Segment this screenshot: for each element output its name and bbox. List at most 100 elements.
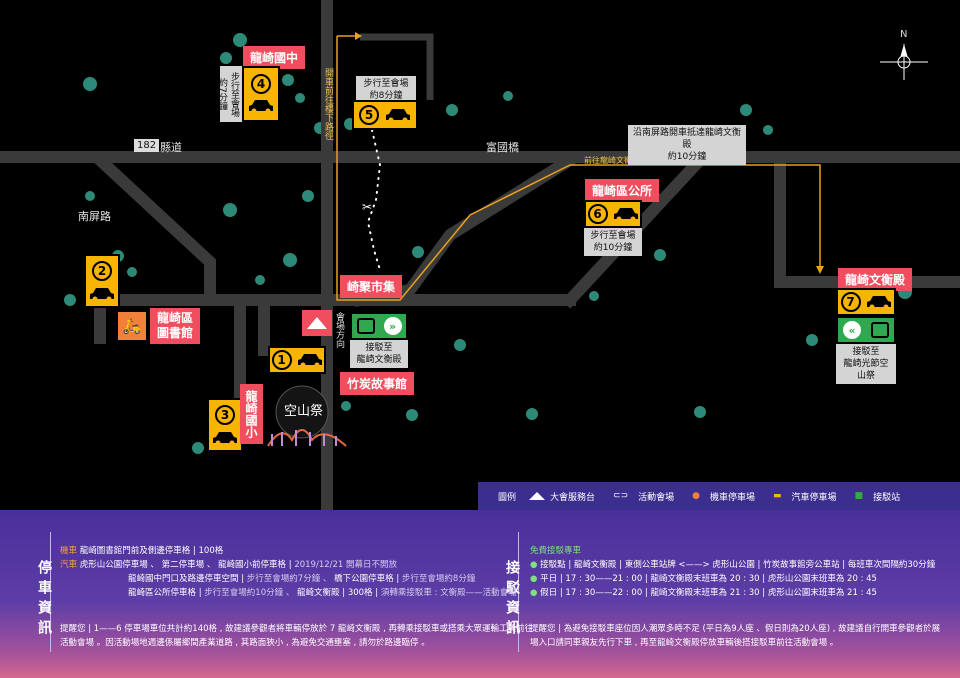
shuttle-free-row: 免費接駁專車 <box>530 544 581 556</box>
shuttle-reminder-1: 提醒您 | 為避免接駁車座位因人潮眾多時不足 (平日為9人座 、假日則為20人座… <box>530 624 941 634</box>
shuttle-holiday-text: 17 : 30——22 : 00 | 龍崎文衡殿末班車為 21 : 30 | 虎… <box>565 588 877 598</box>
venue-shuttle-line1: 接駁至 <box>365 343 393 353</box>
car-route-note-time: 約10分鐘 <box>667 152 707 162</box>
car-icon <box>297 352 323 368</box>
legend-service-desk: 大會服務台 <box>528 490 595 503</box>
car-line2a-note: 步行至會場約7分鐘 、 <box>246 574 332 584</box>
parking-2-number: 2 <box>92 260 112 281</box>
car-line2b-note: 步行至會場約8分鐘 <box>401 574 476 584</box>
parking-reminder-2: 活動會場 。因活動場地週邊係屬鄉間產業道路 , 其路面狹小 , 為避免交通壅塞 … <box>60 638 430 648</box>
service-desk-marker[interactable] <box>302 310 332 336</box>
shuttle-reminder-2: 場入口請同車親友先行下車 , 再至龍崎文衡殿停放車輛後搭接駁車前往活動會場 。 <box>530 638 839 648</box>
shuttle-weekday-label: 平日 <box>540 574 558 584</box>
bus-icon <box>871 322 889 338</box>
area-map: N 182 縣道 富國橋 南屏路 開車前往樓下路徑 前往龍崎文衡殿路徑 沿南屏路… <box>0 0 960 510</box>
legend-car: ▬ 汽車停車場 <box>767 490 837 503</box>
parking-5-marker[interactable]: 5 <box>352 100 418 130</box>
car-line3b-note: 須轉乘接駁車 : 文衡殿——活動會場 <box>380 588 517 598</box>
p7-shuttle-note: 接駁至 龍崎光節空山祭 <box>836 344 896 384</box>
car-route-label: 開車前往樓下路徑 <box>323 68 333 140</box>
parking-1-marker[interactable]: 1 <box>268 346 326 374</box>
venue-icon: ✂ <box>362 200 373 214</box>
mountain-icon <box>529 492 546 500</box>
bus-icon <box>356 318 375 334</box>
car-route-note: 沿南屏路開車抵達龍崎文衡殿 約10分鐘 <box>628 125 746 165</box>
parking-moto-row: 機車 龍崎圖書館門前及側邊停車格 | 100格 <box>60 546 224 556</box>
wenheng-shuttle-stop[interactable]: « <box>836 316 896 344</box>
legend-motorcycle-label: 機車停車場 <box>710 492 756 503</box>
car-line3b-count: 300格 <box>347 588 373 598</box>
legend-shuttle: ■ 接駁站 <box>849 490 901 503</box>
car-icon <box>248 98 274 114</box>
parking-2-marker[interactable]: 2 <box>84 254 120 308</box>
parking-4-marker[interactable]: 4 <box>242 66 280 122</box>
venue-shuttle-note: 接駁至 龍崎文衡殿 <box>350 340 408 368</box>
venue-direction-label: 會場方向 <box>334 312 344 348</box>
parking-car-row-2: 龍崎國中門口及路邊停車空間 | 步行至會場約7分鐘 、 橋下公園停車格 | 步行… <box>128 574 476 584</box>
legend-title: 圖例 <box>498 492 517 503</box>
car-line1b: 第二停車場 、 <box>161 560 216 570</box>
venue-icon: ⊂⊃ <box>613 491 629 501</box>
compass-north-label: N <box>900 29 908 40</box>
p5-walk-line1: 步行至會場 <box>363 79 409 89</box>
car-line1-note: 2019/12/21 開幕日不開放 <box>294 560 398 570</box>
motorcycle-icon: 🛵 <box>122 317 142 335</box>
car-line3a-note: 步行至會場約10分鐘 、 <box>204 588 295 598</box>
library-label-line1: 龍崎區 <box>157 311 194 325</box>
car-icon: ▬ <box>773 491 782 501</box>
car-route-note-text: 沿南屏路開車抵達龍崎文衡殿 <box>632 128 741 150</box>
arrow-right-icon: » <box>383 317 402 335</box>
p4-walk-line1: 步行至會場 <box>229 71 239 117</box>
car-icon <box>212 430 238 446</box>
moto-count: 100格 <box>198 546 224 556</box>
parking-reminder-1: 提醒您 | 1——6 停車場車位共計約140格 , 故建議參觀者將車輛停放於 7… <box>60 624 534 634</box>
info-panel: 停車資訊 接駁資訊 機車 龍崎圖書館門前及側邊停車格 | 100格 汽車 虎形山… <box>0 510 960 678</box>
venue-shuttle-line2: 龍崎文衡殿 <box>356 355 402 365</box>
moto-tag: 機車 <box>60 546 78 556</box>
car-line2b: 橋下公園停車格 <box>334 574 394 584</box>
p7-shuttle-line2: 龍崎光節空山祭 <box>843 359 889 381</box>
shuttle-stops-row: ● 接駁點 | 龍崎文衡殿 | 東側公車站牌 <——> 虎形山公園 | 竹炭故事… <box>530 560 936 570</box>
festival-logo-text: 空山祭 <box>284 404 324 419</box>
fuguo-bridge-label: 富國橋 <box>486 141 519 154</box>
county-road-label: 縣道 <box>160 141 182 154</box>
parking-7-marker[interactable]: 7 <box>836 288 896 316</box>
library-label: 龍崎區 圖書館 <box>150 308 201 344</box>
p6-walk-line1: 步行至會場 <box>590 231 636 241</box>
shuttle-holiday-label: 假日 <box>540 588 558 598</box>
p6-walk-line2: 約10分鐘 <box>593 243 633 253</box>
parking-car-row-3: 龍崎區公所停車格 | 步行至會場約10分鐘 、 龍崎文衡殿 | 300格 | 須… <box>128 588 517 598</box>
moto-text: 龍崎圖書館門前及側邊停車格 <box>79 546 191 556</box>
parking-7-number: 7 <box>840 292 861 312</box>
district-office-label: 龍崎區公所 <box>585 179 660 202</box>
legend-service-desk-label: 大會服務台 <box>550 492 596 503</box>
shuttle-stops-text: 龍崎文衡殿 | 東側公車站牌 <——> 虎形山公園 | 竹炭故事館旁公車站 | … <box>573 560 936 570</box>
p4-walk-line2: 約7分鐘 <box>217 77 227 111</box>
car-line2a: 龍崎國中門口及路邊停車空間 <box>128 574 239 584</box>
parking-5-number: 5 <box>359 105 379 125</box>
car-line1c: 龍崎國小前停車格 <box>218 560 287 570</box>
parking-6-marker[interactable]: 6 <box>584 200 642 228</box>
shuttle-stops-label: 接駁點 <box>540 560 566 570</box>
library-label-line2: 圖書館 <box>157 326 194 340</box>
car-line3a: 龍崎區公所停車格 <box>128 588 197 598</box>
qiju-market-label: 崎聚市集 <box>340 275 403 298</box>
car-icon <box>89 286 115 302</box>
mountain-icon <box>307 317 327 329</box>
car-line3b: 龍崎文衡殿 <box>297 588 340 598</box>
motorcycle-parking-marker[interactable]: 🛵 <box>116 310 148 342</box>
shuttle-free-tag: 免費接駁專車 <box>530 546 582 556</box>
legend-car-label: 汽車停車場 <box>791 492 837 503</box>
parking-3-marker[interactable]: 3 <box>207 398 243 452</box>
bus-icon: ■ <box>854 491 864 501</box>
parking-info-title: 停車資訊 <box>36 560 52 640</box>
venue-shuttle-stop[interactable]: » <box>350 312 408 340</box>
car-icon <box>866 294 892 310</box>
nanping-road-label: 南屏路 <box>78 210 111 223</box>
p4-walk-note: 步行至會場約7分鐘 <box>217 66 242 122</box>
shuttle-weekday-row: ● 平日 | 17 : 30——21 : 00 | 龍崎文衡殿末班車為 20 :… <box>530 574 877 584</box>
car-icon <box>613 206 639 222</box>
map-legend: 圖例 大會服務台 ⊂⊃ 活動會場 ● 機車停車場 ▬ 汽車停車場 ■ 接駁站 <box>478 482 960 510</box>
parking-3-number: 3 <box>215 404 235 425</box>
parking-car-row-1: 汽車 虎形山公園停車場 、 第二停車場 、 龍崎國小前停車格 | 2019/12… <box>60 560 398 570</box>
